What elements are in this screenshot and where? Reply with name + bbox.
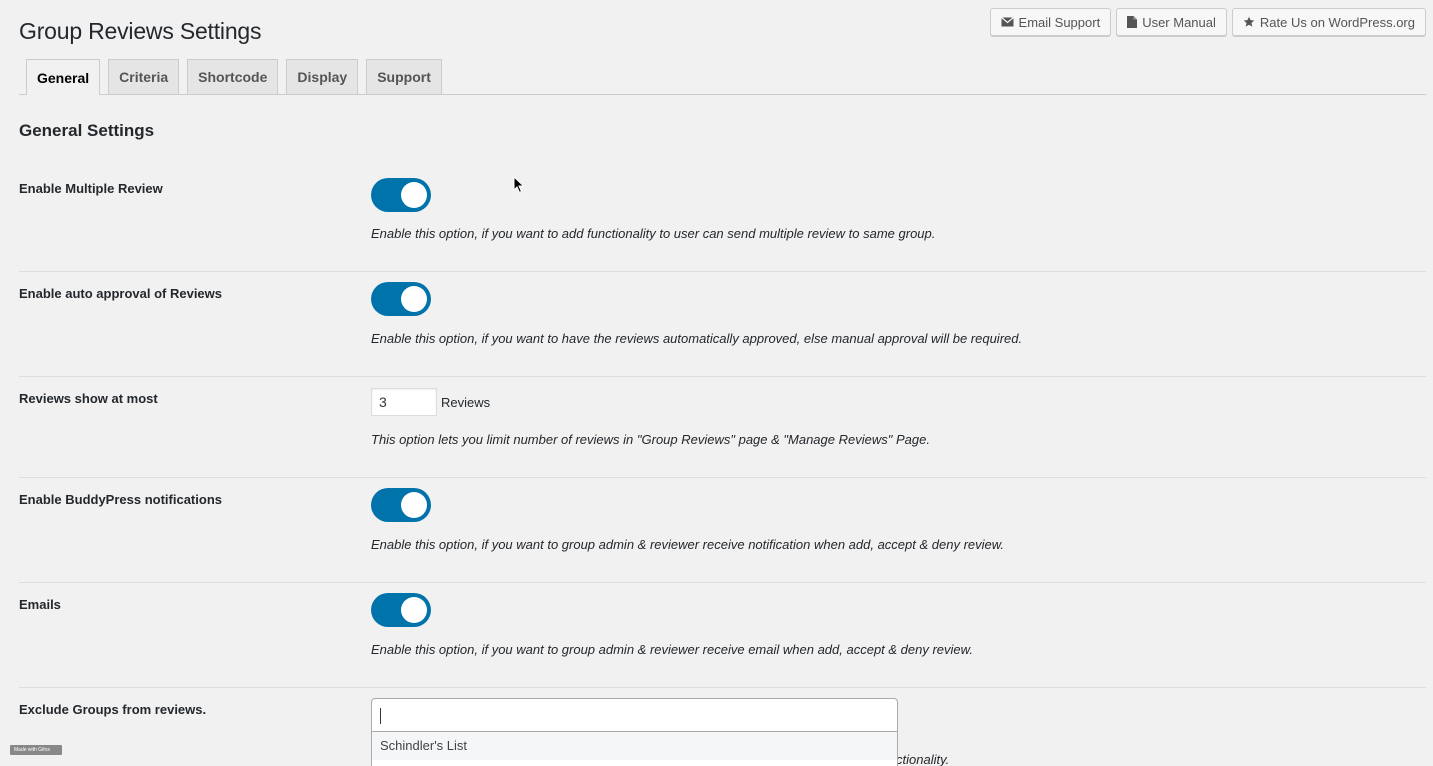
setting-description: Enable this option, if you want to group… — [371, 642, 973, 657]
toggle-wrapper — [371, 593, 431, 627]
emails-toggle[interactable] — [371, 593, 431, 627]
toggle-knob — [401, 182, 427, 208]
toggle-knob — [401, 597, 427, 623]
setting-row-emails: Emails Enable this option, if you want t… — [19, 583, 1426, 688]
buddypress-notifications-toggle[interactable] — [371, 488, 431, 522]
top-actions: Email Support User Manual Rate Us on Wor… — [989, 8, 1426, 36]
setting-description: Enable this option, if you want to group… — [371, 537, 1005, 552]
gifox-badge: Made with Gifox — [10, 745, 62, 755]
user-manual-button[interactable]: User Manual — [1116, 8, 1227, 36]
tab-general[interactable]: General — [26, 59, 101, 95]
toggle-wrapper — [371, 178, 431, 212]
page-title: Group Reviews Settings — [19, 18, 262, 44]
setting-row-buddypress-notifications: Enable BuddyPress notifications Enable t… — [19, 478, 1426, 583]
setting-description: Enable this option, if you want to add f… — [371, 226, 936, 241]
dropdown-option[interactable]: Schindler's List — [372, 732, 897, 760]
tab-display[interactable]: Display — [286, 59, 359, 94]
email-support-button[interactable]: Email Support — [989, 8, 1112, 36]
setting-row-multiple-review: Enable Multiple Review Enable this optio… — [19, 168, 1426, 272]
reviews-limit-input[interactable] — [371, 388, 437, 416]
setting-label: Enable BuddyPress notifications — [19, 492, 222, 507]
tab-criteria[interactable]: Criteria — [108, 59, 180, 94]
email-support-label: Email Support — [1018, 14, 1101, 30]
settings-page: Group Reviews Settings Email Support Use… — [0, 0, 1433, 766]
rate-us-label: Rate Us on WordPress.org — [1259, 14, 1415, 30]
setting-description: Enable this option, if you want to have … — [371, 331, 1023, 346]
setting-description: This option lets you limit number of rev… — [371, 432, 930, 447]
setting-label: Enable Multiple Review — [19, 181, 163, 196]
setting-row-exclude-groups: Exclude Groups from reviews. ctionality.… — [19, 698, 1426, 766]
star-icon — [1243, 16, 1255, 27]
envelope-icon — [1000, 17, 1014, 27]
setting-label: Emails — [19, 597, 61, 612]
setting-label: Exclude Groups from reviews. — [19, 702, 207, 717]
section-title: General Settings — [19, 121, 155, 140]
setting-description-partial: ctionality. — [896, 752, 950, 766]
reviews-unit-label: Reviews — [441, 395, 491, 410]
toggle-wrapper — [371, 282, 431, 316]
setting-label: Enable auto approval of Reviews — [19, 286, 222, 301]
exclude-groups-dropdown: Schindler's List — [371, 732, 898, 766]
setting-label: Reviews show at most — [19, 391, 158, 406]
exclude-groups-search-input[interactable] — [371, 698, 898, 732]
tab-shortcode[interactable]: Shortcode — [187, 59, 279, 94]
input-wrapper — [371, 388, 437, 416]
user-manual-label: User Manual — [1142, 14, 1216, 30]
text-caret — [380, 708, 381, 724]
settings-tabs: General Criteria Shortcode Display Suppo… — [19, 59, 1426, 95]
rate-us-button[interactable]: Rate Us on WordPress.org — [1231, 8, 1426, 36]
setting-row-auto-approval: Enable auto approval of Reviews Enable t… — [19, 272, 1426, 377]
toggle-knob — [401, 492, 427, 518]
mouse-cursor-icon — [513, 176, 525, 194]
document-icon — [1127, 16, 1138, 28]
toggle-wrapper — [371, 488, 431, 522]
toggle-knob — [401, 286, 427, 312]
auto-approval-toggle[interactable] — [371, 282, 431, 316]
tab-support[interactable]: Support — [366, 59, 442, 94]
multiple-review-toggle[interactable] — [371, 178, 431, 212]
setting-row-reviews-limit: Reviews show at most Reviews This option… — [19, 377, 1426, 478]
badge-text: Made with Gifox — [14, 747, 50, 753]
